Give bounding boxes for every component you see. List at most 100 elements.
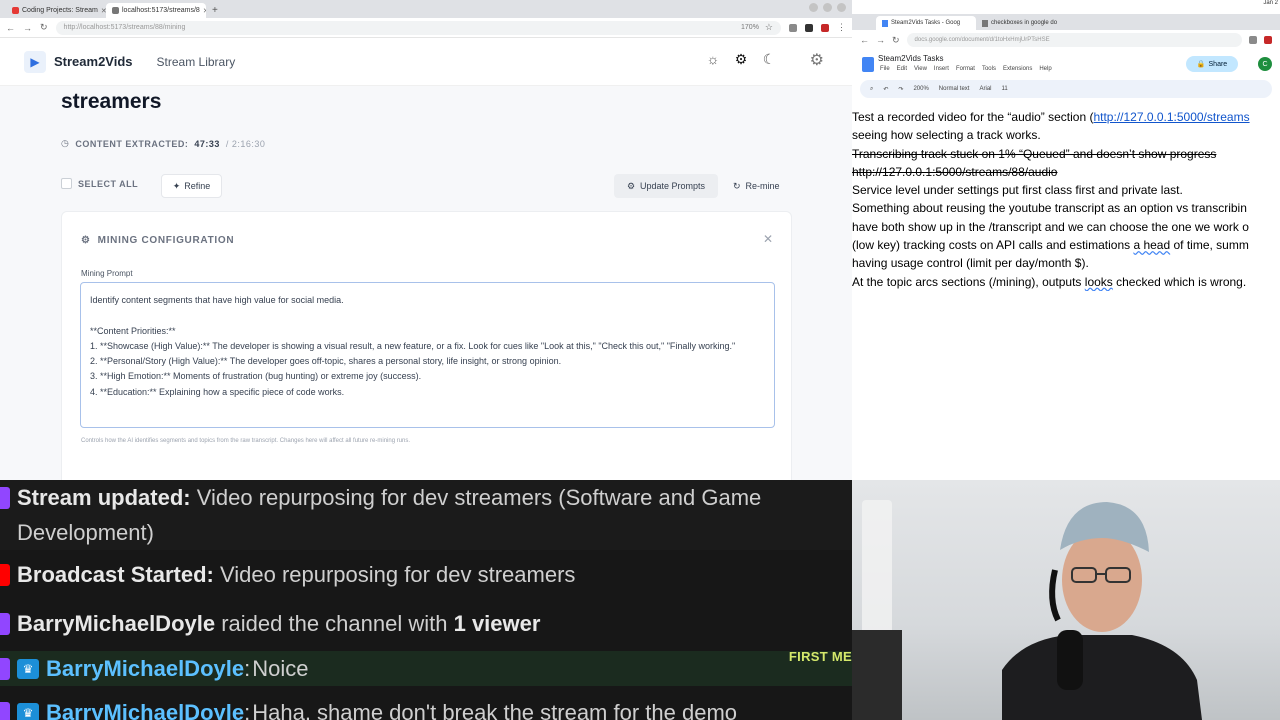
forward-icon[interactable]: → — [876, 35, 885, 45]
select-all[interactable]: SELECT ALL — [61, 178, 138, 189]
extension-icon[interactable] — [1264, 36, 1272, 44]
doc-title[interactable]: Steam2Vids Tasks — [878, 54, 944, 63]
doc-text: At the topic arcs sections (/mining), ou… — [852, 274, 1085, 289]
moon-icon[interactable]: ☾ — [760, 50, 778, 68]
font-size-field[interactable]: 11 — [1002, 86, 1008, 92]
select-all-checkbox[interactable] — [61, 178, 72, 189]
zoom-select[interactable]: 200% — [913, 86, 928, 92]
browser-tab-checkboxes[interactable]: checkboxes in google do — [976, 16, 1076, 30]
share-button[interactable]: 🔒 Share — [1186, 56, 1238, 72]
address-text: http://localhost:5173/streams/88/mining — [63, 24, 186, 31]
play-logo-icon[interactable]: ▶ — [24, 50, 46, 73]
doc-text: checked which is wrong. — [1112, 274, 1247, 289]
browser-tab-docs[interactable]: Steam2Vids Tasks - Goog — [876, 16, 976, 30]
doc-line: having usage control (limit per day/mont… — [852, 256, 1089, 271]
chat-event-label: Broadcast Started: — [17, 562, 214, 587]
address-bar[interactable]: http://localhost:5173/streams/88/mining … — [55, 20, 781, 35]
card-title: MINING CONFIGURATION — [97, 235, 235, 246]
menu-insert[interactable]: Insert — [934, 66, 949, 72]
avatar[interactable]: C — [1258, 57, 1272, 71]
chat-body: Noice — [252, 656, 309, 681]
crown-badge-icon: ♛ — [17, 659, 39, 679]
update-prompts-button[interactable]: ⚙ Update Prompts — [614, 174, 718, 198]
page-favicon-icon — [982, 19, 988, 27]
chat-colon: : — [244, 656, 251, 681]
settings-gear-icon[interactable]: ⚙ — [810, 50, 824, 70]
left-tab-bar: Coding Projects: Stream ✕ localhost:5173… — [0, 0, 852, 18]
extension-icon[interactable] — [805, 23, 813, 32]
docs-logo-icon[interactable] — [862, 56, 874, 72]
back-icon[interactable]: ← — [6, 23, 15, 33]
address-bar[interactable]: docs.google.com/document/d/1toHxHmjUrPTs… — [906, 33, 1242, 47]
twitch-badge-icon — [0, 487, 10, 509]
maximize-icon[interactable] — [823, 3, 832, 12]
reload-icon[interactable]: ↻ — [892, 35, 900, 46]
browser-tab-coding-projects[interactable]: Coding Projects: Stream ✕ — [6, 3, 106, 18]
back-icon[interactable]: ← — [860, 35, 869, 45]
doc-line: Something about reusing the youtube tran… — [852, 201, 1247, 216]
mining-prompt-label: Mining Prompt — [81, 269, 133, 278]
redo-icon[interactable]: ↷ — [898, 86, 903, 93]
sun-icon[interactable]: ☼ — [704, 50, 722, 68]
brand-name[interactable]: Stream2Vids — [54, 54, 133, 69]
doc-line: seeing how selecting a track works. — [852, 128, 1041, 143]
search-icon[interactable]: ⌕ — [870, 86, 873, 93]
menu-help[interactable]: Help — [1039, 66, 1051, 72]
remine-button[interactable]: ↻ Re-mine — [733, 174, 780, 198]
chat-username: BarryMichaelDoyle — [46, 700, 245, 720]
menu-view[interactable]: View — [914, 66, 927, 72]
document-body[interactable]: Test a recorded video for the “audio” se… — [852, 108, 1280, 291]
style-select[interactable]: Normal text — [939, 86, 970, 92]
chat-message: ♛ BarryMichaelDoyle : Noice — [0, 651, 852, 686]
forward-icon[interactable]: → — [23, 23, 32, 33]
font-select[interactable]: Arial — [979, 86, 991, 92]
menu-file[interactable]: File — [880, 66, 890, 72]
menu-format[interactable]: Format — [956, 66, 975, 72]
chat-body: raided the channel with — [215, 611, 454, 636]
lock-icon: 🔒 — [1196, 61, 1206, 68]
desktop: Coding Projects: Stream ✕ localhost:5173… — [0, 0, 1280, 720]
main-content: streamers ◷ CONTENT EXTRACTED: 47:33 / 2… — [0, 86, 852, 480]
spellcheck-word[interactable]: a head — [1133, 238, 1170, 252]
menu-tools[interactable]: Tools — [982, 66, 996, 72]
extension-icon[interactable] — [1249, 36, 1257, 44]
menu-edit[interactable]: Edit — [897, 66, 907, 72]
new-tab-icon[interactable]: + — [206, 3, 224, 18]
total-time: / 2:16:30 — [225, 138, 266, 149]
share-label: Share — [1208, 60, 1228, 68]
chat-body: Video repurposing for dev streamers — [213, 562, 576, 587]
download-icon[interactable] — [789, 23, 797, 32]
crown-badge-icon: ♛ — [17, 703, 39, 720]
right-tab-bar: Steam2Vids Tasks - Goog checkboxes in go… — [852, 14, 1280, 30]
mining-prompt-help: Controls how the AI identifies segments … — [81, 438, 411, 444]
refine-button[interactable]: ✦ Refine — [161, 174, 222, 198]
system-theme-icon[interactable]: ⚙ — [732, 50, 750, 68]
youtube-badge-icon — [0, 564, 10, 586]
close-icon[interactable]: ✕ — [763, 232, 773, 246]
menu-extensions[interactable]: Extensions — [1003, 66, 1032, 72]
right-address-row: ← → ↻ docs.google.com/document/d/1toHxHm… — [852, 30, 1280, 50]
tab-label: Steam2Vids Tasks - Goog — [891, 20, 961, 26]
nav-stream-library[interactable]: Stream Library — [157, 55, 236, 69]
close-window-icon[interactable] — [837, 3, 846, 12]
chat-event-label: Stream updated: — [17, 485, 191, 510]
reload-icon[interactable]: ↻ — [40, 22, 48, 33]
zoom-indicator[interactable]: 170% — [741, 24, 759, 31]
spellcheck-word[interactable]: looks — [1085, 275, 1113, 289]
chat-message: Broadcast Started: Video repurposing for… — [0, 557, 575, 592]
extension-icon[interactable] — [821, 23, 829, 32]
update-prompts-label: Update Prompts — [640, 181, 706, 191]
mining-prompt-textarea[interactable]: Identify content segments that have high… — [80, 282, 775, 428]
doc-link[interactable]: http://127.0.0.1:5000/streams — [1093, 110, 1249, 124]
extracted-label: CONTENT EXTRACTED: — [75, 138, 189, 149]
browser-tab-localhost[interactable]: localhost:5173/streams/8 ✕ — [106, 3, 206, 18]
doc-text: of time, summ — [1170, 238, 1249, 253]
page-title: streamers — [61, 90, 162, 113]
bookmark-star-icon[interactable]: ☆ — [765, 22, 773, 33]
minimize-icon[interactable] — [809, 3, 818, 12]
system-clock: Jan 2 — [1263, 0, 1278, 6]
menu-icon[interactable]: ⋮ — [837, 22, 846, 33]
undo-icon[interactable]: ↶ — [883, 86, 888, 93]
doc-line: At the topic arcs sections (/mining), ou… — [852, 273, 1280, 291]
tab-label: Coding Projects: Stream — [22, 7, 98, 14]
